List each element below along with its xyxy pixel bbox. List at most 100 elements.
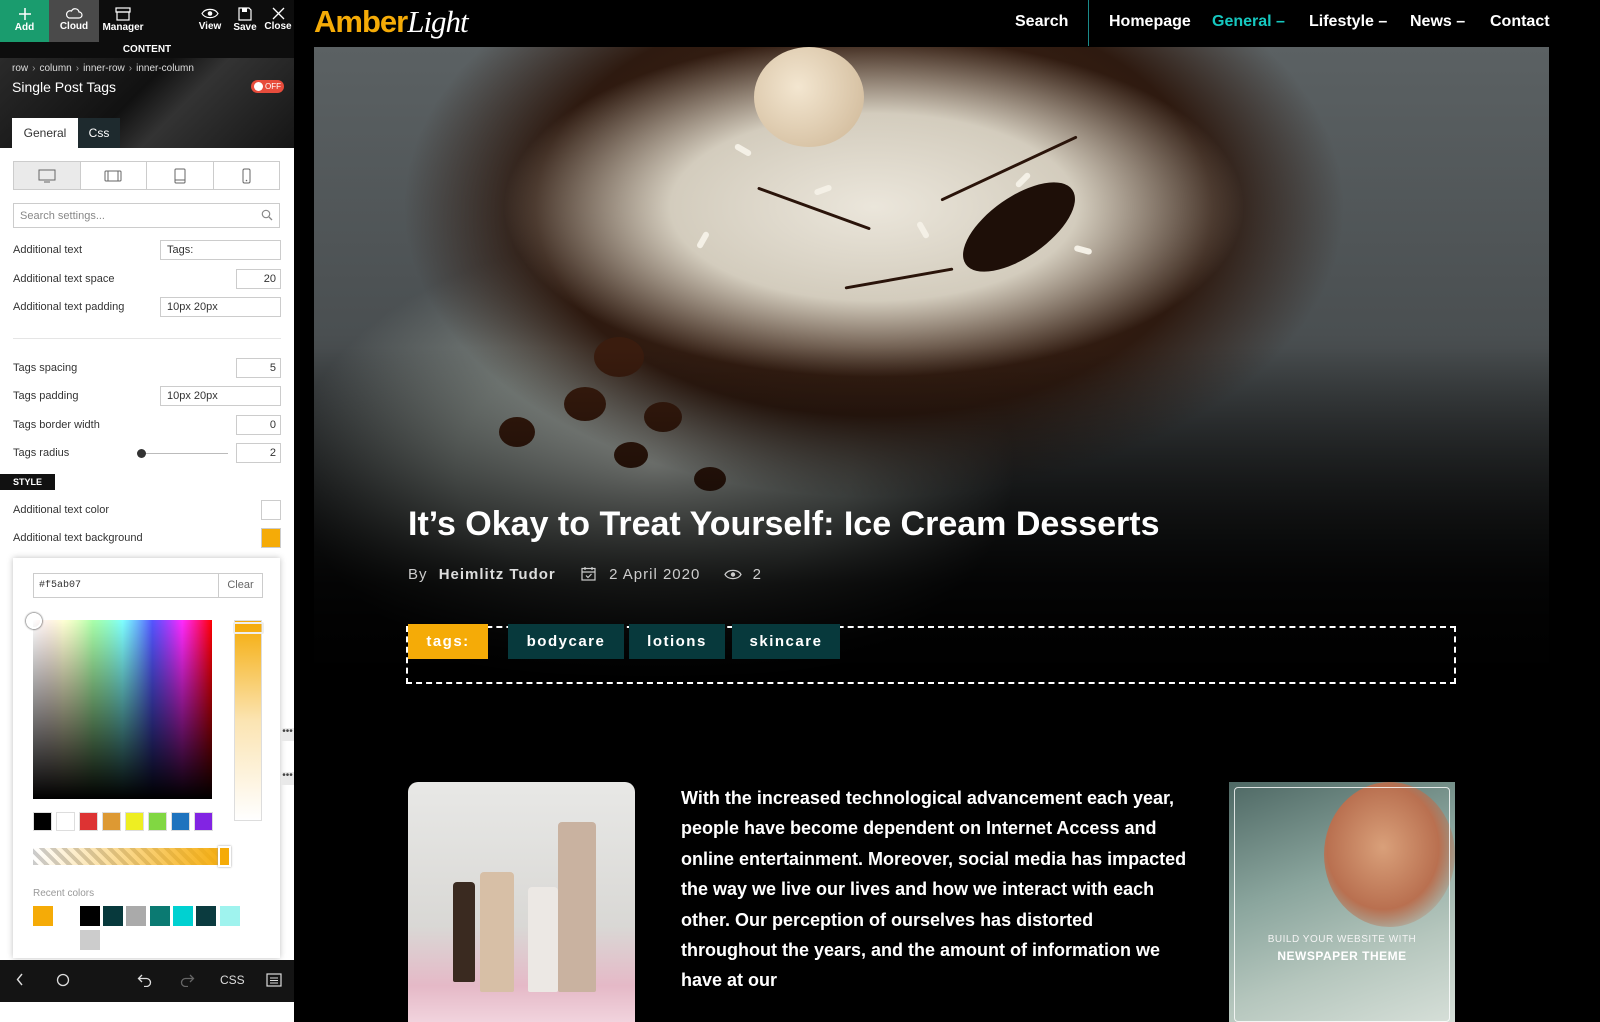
tags-padding-input[interactable]: 10px 20px [160,386,281,406]
element-header: row › column › inner-row › inner-column Single… [0,58,294,148]
more-options-icon[interactable]: ••• [281,771,294,785]
recent-color-swatch[interactable] [56,906,76,926]
off-toggle[interactable]: OFF [251,80,284,93]
cloud-button[interactable]: Cloud [49,0,99,42]
recent-color-swatch[interactable] [150,906,170,926]
preset-color-swatch[interactable] [33,812,52,831]
chevron-right-icon: › [128,63,133,74]
setting-additional-text-background: Additional text background [13,528,281,550]
nav-contact[interactable]: Contact [1490,13,1550,31]
tag-skincare[interactable]: skincare [732,624,840,659]
tag-bodycare[interactable]: bodycare [508,624,624,659]
save-label: Save [233,22,257,33]
hue-slider[interactable] [234,620,262,821]
circle-icon[interactable] [56,973,70,987]
preset-color-swatch[interactable] [102,812,121,831]
recent-color-swatch[interactable] [220,906,240,926]
nav-general[interactable]: General – [1212,13,1285,31]
css-button[interactable]: CSS [220,973,245,987]
recent-color-swatch[interactable] [33,906,53,926]
breadcrumb-item[interactable]: row [12,63,28,74]
preset-color-swatch[interactable] [56,812,75,831]
post-title: It’s Okay to Treat Yourself: Ice Cream D… [408,505,1160,543]
settings-search [13,203,280,228]
preset-color-swatch[interactable] [125,812,144,831]
tags-spacing-input[interactable]: 5 [236,358,281,378]
setting-tags-spacing: Tags spacing 5 [13,358,281,380]
back-icon[interactable] [16,973,24,986]
recent-colors-label: Recent colors [33,888,95,899]
preset-color-swatch[interactable] [194,812,213,831]
clear-button[interactable]: Clear [219,574,262,597]
nav-news[interactable]: News – [1410,13,1465,31]
post-thumbnail[interactable] [408,782,635,1022]
eye-icon [201,8,219,19]
setting-label: Tags radius [13,447,70,459]
site-logo[interactable]: AmberLight [314,4,469,40]
manager-label: Manager [102,22,144,33]
nav-lifestyle[interactable]: Lifestyle – [1309,13,1387,31]
breadcrumb-item[interactable]: inner-row [83,63,125,74]
desktop-view-button[interactable] [14,162,81,189]
view-button[interactable]: View [192,0,228,42]
additional-text-input[interactable]: Tags: [160,240,281,260]
preset-color-swatch[interactable] [171,812,190,831]
save-button[interactable]: Save [228,0,262,42]
hex-input[interactable] [34,574,219,597]
tablet-landscape-view-button[interactable] [81,162,147,189]
author-link[interactable]: Heimlitz Tudor [439,566,556,583]
nav-homepage[interactable]: Homepage [1109,13,1191,31]
tablet-portrait-view-button[interactable] [147,162,214,189]
additional-text-background-swatch[interactable] [261,528,281,548]
recent-color-swatch[interactable] [80,906,100,926]
preset-color-swatch[interactable] [148,812,167,831]
add-button[interactable]: Add [0,0,49,42]
setting-additional-text: Additional text Tags: [13,240,281,262]
tab-css[interactable]: Css [78,118,120,148]
more-options-icon[interactable]: ••• [281,727,294,741]
saturation-handle[interactable] [26,613,42,629]
tags-radius-slider-track[interactable] [142,453,228,454]
undo-icon[interactable] [137,973,153,987]
close-label: Close [264,21,292,32]
post-meta: By Heimlitz Tudor 2 April 2020 2 [408,566,762,583]
desktop-icon [38,169,56,182]
floppy-icon [238,7,252,21]
additional-text-padding-input[interactable]: 10px 20px [160,297,281,317]
hue-slider-handle[interactable] [233,622,264,634]
breadcrumb-item[interactable]: inner-column [136,63,194,74]
layers-icon[interactable] [266,973,282,987]
manager-button[interactable]: Manager [99,0,147,42]
preset-color-swatch[interactable] [79,812,98,831]
preset-colors [33,812,217,831]
redo-icon[interactable] [179,973,195,987]
ad-banner[interactable]: BUILD YOUR WEBSITE WITH NEWSPAPER THEME [1229,782,1455,1022]
ad-frame [1234,787,1450,1022]
close-button[interactable]: Close [262,0,294,42]
breadcrumb-item[interactable]: column [39,63,71,74]
additional-text-space-input[interactable]: 20 [236,269,281,289]
tags-radius-slider-handle[interactable] [137,449,146,458]
phone-view-button[interactable] [214,162,280,189]
tags-radius-input[interactable]: 2 [236,443,281,463]
search-input[interactable] [14,204,254,227]
tag-lotions[interactable]: lotions [629,624,725,659]
recent-color-swatch[interactable] [80,930,100,950]
hero-image [314,47,1549,685]
phone-icon [242,168,251,183]
close-icon [272,7,284,20]
ad-line-2: NEWSPAPER THEME [1277,949,1407,963]
nav-search-link[interactable]: Search [1015,13,1068,31]
tags-border-width-input[interactable]: 0 [236,415,281,435]
setting-label: Additional text color [13,504,109,516]
tab-general[interactable]: General [12,118,78,148]
divider [13,338,281,339]
additional-text-color-swatch[interactable] [261,500,281,520]
recent-color-swatch[interactable] [173,906,193,926]
recent-color-swatch[interactable] [103,906,123,926]
opacity-slider-handle[interactable] [218,846,231,867]
opacity-slider[interactable] [33,848,231,865]
recent-color-swatch[interactable] [196,906,216,926]
recent-color-swatch[interactable] [126,906,146,926]
saturation-area[interactable] [33,620,212,799]
